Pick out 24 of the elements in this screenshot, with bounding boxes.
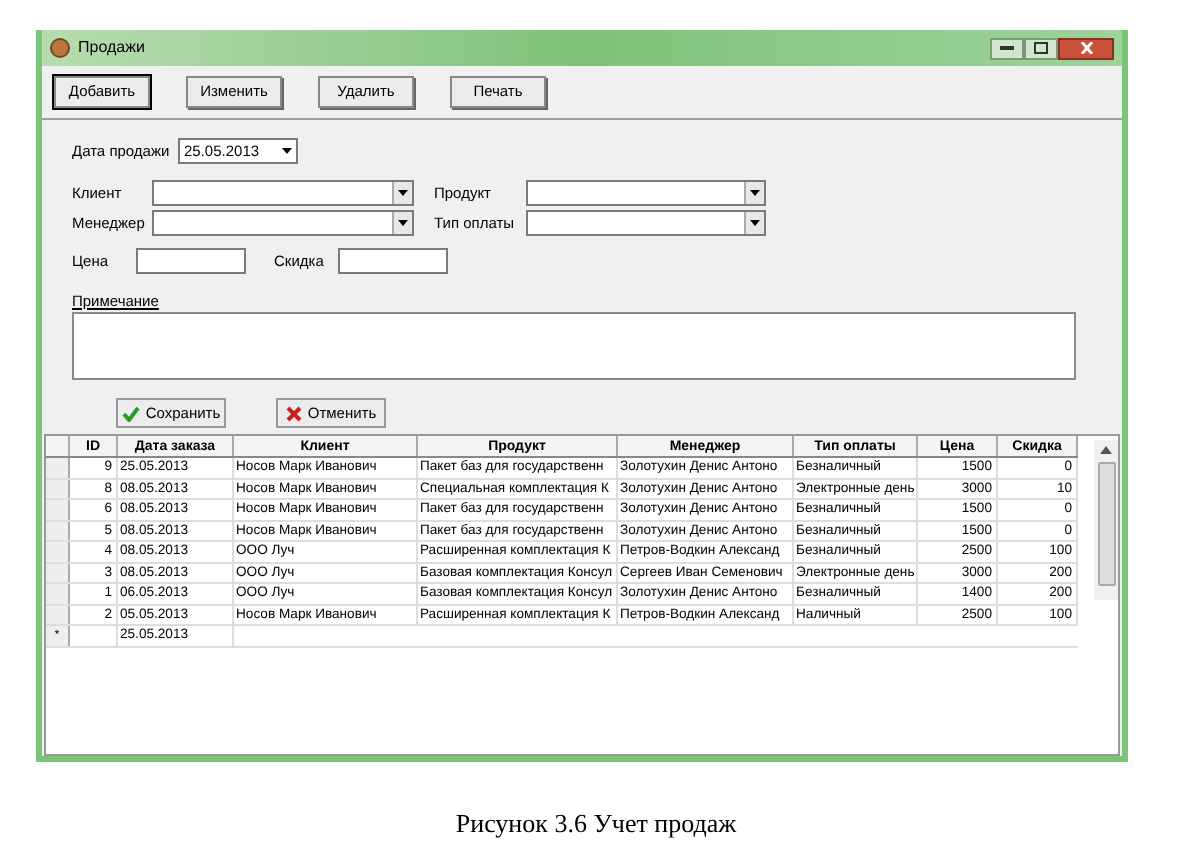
- app-icon: [50, 38, 70, 58]
- minimize-button[interactable]: [990, 37, 1024, 59]
- vertical-scrollbar[interactable]: [1094, 440, 1118, 601]
- scroll-up-arrow-icon: [1100, 444, 1112, 457]
- payment-type-dropdown[interactable]: [526, 210, 766, 236]
- manager-dropdown[interactable]: [152, 210, 414, 236]
- close-icon: [1079, 42, 1093, 54]
- row-selector[interactable]: [46, 500, 70, 520]
- cross-icon: [285, 405, 302, 422]
- row-selector[interactable]: [46, 584, 70, 604]
- row-selector[interactable]: [46, 458, 70, 478]
- close-button[interactable]: [1058, 37, 1114, 59]
- row-selector[interactable]: [46, 542, 70, 562]
- price-field[interactable]: [136, 248, 246, 274]
- client-dropdown[interactable]: [152, 180, 414, 206]
- minimize-icon: [1000, 45, 1014, 51]
- maximize-icon: [1034, 42, 1048, 54]
- discount-field[interactable]: [338, 248, 448, 274]
- product-dropdown[interactable]: [526, 180, 766, 206]
- checkmark-icon: [121, 405, 140, 422]
- note-field[interactable]: [72, 312, 1076, 381]
- maximize-button[interactable]: [1024, 37, 1058, 59]
- window-title: Продажи: [78, 36, 145, 60]
- figure-caption: Рисунок 3.6 Учет продаж: [455, 806, 737, 842]
